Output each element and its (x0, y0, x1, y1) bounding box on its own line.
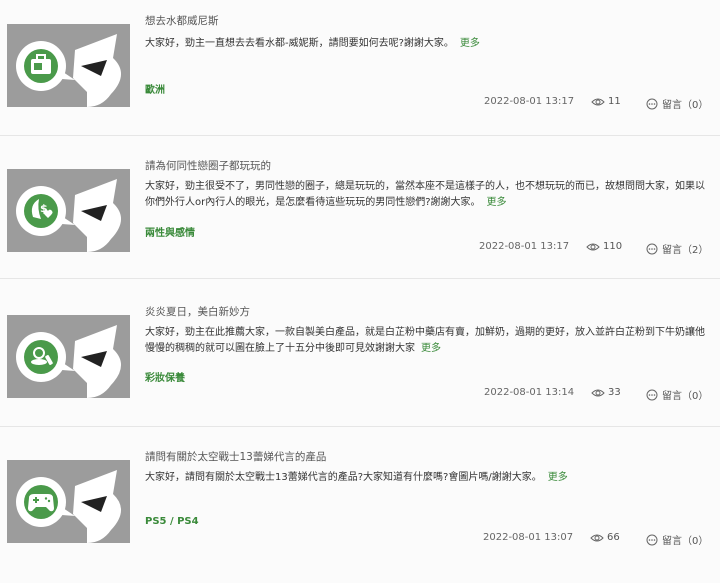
post-category[interactable]: 彩妝保養 (145, 369, 185, 384)
post-title[interactable]: 炎炎夏日，美白新妙方 (145, 304, 250, 319)
more-link[interactable]: 更多 (548, 472, 568, 483)
divider (0, 278, 720, 279)
more-link[interactable]: 更多 (421, 343, 441, 354)
comment-icon (646, 534, 658, 545)
post-description: 大家好，請問有關於太空戰士13蕾娣代言的產品?大家知道有什麼嗎?會圖片嗎/謝謝大… (145, 472, 568, 483)
comment-icon (646, 243, 658, 254)
comment-icon (646, 98, 658, 109)
post-datetime: 2022-08-01 13:14 (484, 387, 575, 398)
divider (0, 135, 720, 136)
more-link[interactable]: 更多 (487, 197, 507, 208)
post-title[interactable]: 想去水都威尼斯 (145, 13, 219, 28)
post-item: $ 請為何同性戀圈子都玩玩的 大家好，勁主很受不了，男同性戀的圈子，總是玩玩的，… (0, 135, 720, 292)
more-link[interactable]: 更多 (460, 38, 480, 49)
post-thumbnail[interactable] (7, 24, 130, 107)
post-category[interactable]: 兩性與感情 (145, 224, 195, 239)
post-thumbnail[interactable]: $ (7, 169, 130, 252)
comment-link[interactable]: 留言（2） (645, 241, 708, 256)
post-description: 大家好，勁主一直想去去看水都-威妮斯，請問要如何去呢?謝謝大家。 更多 (145, 38, 480, 49)
eye-icon (591, 389, 605, 396)
view-count: 66 (590, 532, 620, 543)
post-item: 炎炎夏日，美白新妙方 大家好，勁主在此推薦大家，一款自製美白產品，就是白芷粉中藥… (0, 278, 720, 438)
divider (0, 426, 720, 427)
post-category[interactable]: PS5 / PS4 (145, 516, 199, 527)
post-title[interactable]: 請問有關於太空戰士13蕾娣代言的產品 (145, 449, 326, 464)
comment-link[interactable]: 留言（0） (645, 532, 708, 547)
post-title[interactable]: 請為何同性戀圈子都玩玩的 (145, 158, 271, 173)
comment-link[interactable]: 留言（0） (645, 96, 708, 111)
post-item: 請問有關於太空戰士13蕾娣代言的產品 大家好，請問有關於太空戰士13蕾娣代言的產… (0, 426, 720, 583)
eye-icon (591, 98, 605, 105)
post-description: 大家好，勁主很受不了，男同性戀的圈子，總是玩玩的，當然本座不是這樣子的人，也不想… (145, 181, 705, 208)
view-count: 33 (591, 387, 621, 398)
eye-icon (586, 243, 600, 250)
post-thumbnail[interactable] (7, 315, 130, 398)
view-count: 110 (586, 241, 622, 252)
comment-link[interactable]: 留言（0） (645, 387, 708, 402)
view-count: 11 (591, 96, 621, 107)
post-category[interactable]: 歐洲 (145, 81, 165, 96)
post-datetime: 2022-08-01 13:07 (483, 532, 574, 543)
post-datetime: 2022-08-01 13:17 (484, 96, 575, 107)
comment-icon (646, 389, 658, 400)
post-description: 大家好，勁主在此推薦大家，一款自製美白產品，就是白芷粉中藥店有賣，加鮮奶，過期的… (145, 327, 705, 354)
eye-icon (590, 534, 604, 541)
post-datetime: 2022-08-01 13:17 (479, 241, 570, 252)
post-item: 想去水都威尼斯 大家好，勁主一直想去去看水都-威妮斯，請問要如何去呢?謝謝大家。… (0, 7, 720, 147)
post-thumbnail[interactable] (7, 460, 130, 543)
